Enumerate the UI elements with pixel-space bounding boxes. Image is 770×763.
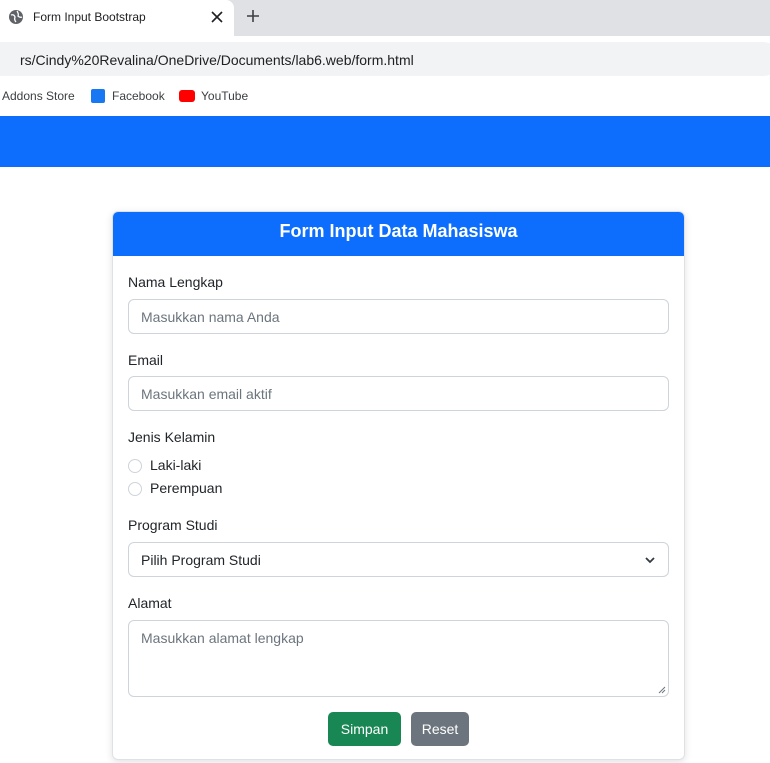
reset-button[interactable]: Reset: [411, 712, 469, 746]
email-input[interactable]: Masukkan email aktif: [128, 376, 669, 411]
prodi-select[interactable]: Pilih Program Studi: [128, 542, 669, 577]
alamat-label: Alamat: [128, 595, 172, 611]
radio-button[interactable]: [128, 459, 142, 473]
form-card: Form Input Data Mahasiswa Nama Lengkap M…: [112, 211, 685, 760]
bookmark-addons-store[interactable]: Addons Store: [2, 89, 75, 103]
prodi-label: Program Studi: [128, 517, 218, 533]
nama-placeholder: Masukkan nama Anda: [141, 309, 280, 325]
gender-label: Jenis Kelamin: [128, 429, 216, 445]
bookmark-facebook[interactable]: Facebook: [112, 89, 165, 103]
email-label: Email: [128, 352, 164, 368]
resize-handle-icon[interactable]: [658, 686, 666, 694]
radio-label: Laki-laki: [150, 457, 202, 473]
alamat-textarea[interactable]: Masukkan alamat lengkap: [128, 620, 669, 697]
tab-title: Form Input Bootstrap: [33, 10, 146, 24]
browser-tabstrip: Form Input Bootstrap: [0, 0, 770, 36]
url-text[interactable]: rs/Cindy%20Revalina/OneDrive/Documents/l…: [20, 52, 414, 68]
form-title: Form Input Data Mahasiswa: [279, 221, 518, 241]
nama-input[interactable]: Masukkan nama Anda: [128, 299, 669, 334]
bookmarks-bar: Addons Store Facebook YouTube: [0, 82, 770, 116]
chevron-down-icon: [645, 557, 655, 564]
plus-icon[interactable]: [244, 7, 262, 25]
radio-button[interactable]: [128, 482, 142, 496]
card-header: Form Input Data Mahasiswa: [113, 212, 684, 256]
browser-tab[interactable]: Form Input Bootstrap: [0, 0, 234, 36]
facebook-icon: [91, 89, 105, 103]
bookmark-youtube[interactable]: YouTube: [201, 89, 248, 103]
globe-icon: [9, 10, 23, 24]
youtube-icon: [179, 90, 195, 102]
alamat-placeholder: Masukkan alamat lengkap: [141, 630, 304, 646]
save-button[interactable]: Simpan: [328, 712, 401, 746]
close-icon[interactable]: [208, 8, 226, 26]
page-navbar: [0, 116, 770, 167]
email-placeholder: Masukkan email aktif: [141, 386, 272, 402]
nama-label: Nama Lengkap: [128, 274, 223, 290]
prodi-selected: Pilih Program Studi: [141, 552, 261, 568]
browser-toolbar: rs/Cindy%20Revalina/OneDrive/Documents/l…: [0, 36, 770, 82]
radio-label: Perempuan: [150, 480, 223, 496]
